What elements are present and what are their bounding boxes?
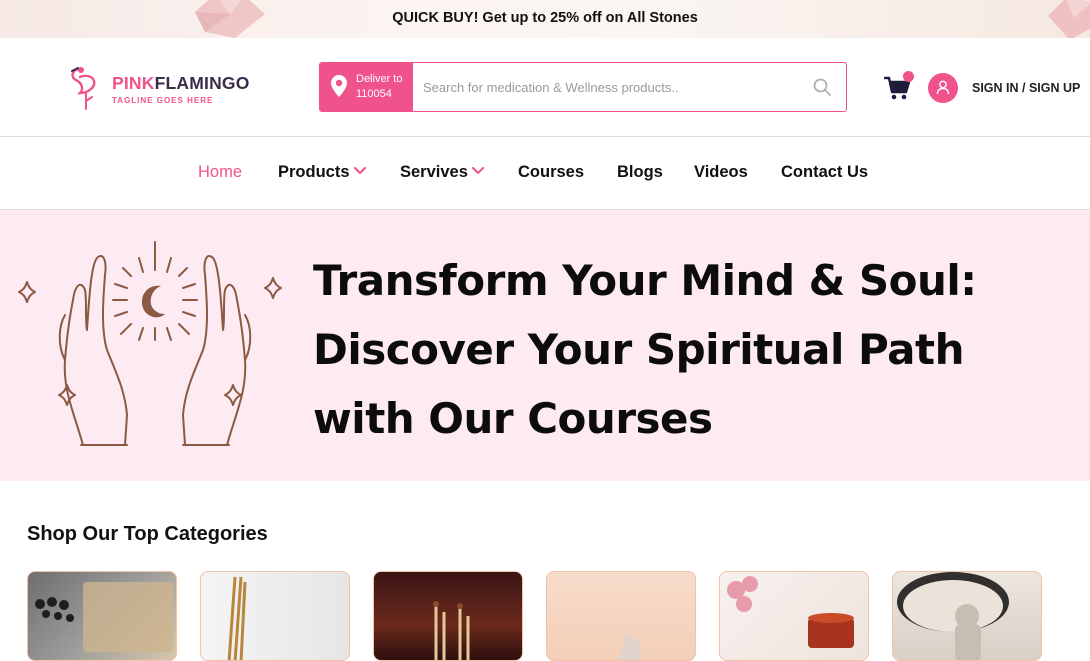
- category-card[interactable]: [373, 571, 523, 661]
- hero-banner: Transform Your Mind & Soul: Discover You…: [0, 210, 1090, 481]
- deliver-location-button[interactable]: Deliver to 110054: [320, 63, 413, 111]
- cart-badge: [903, 71, 914, 82]
- nav-item-label: Products: [278, 163, 350, 181]
- spiritual-hands-illustration: [18, 241, 282, 446]
- category-card[interactable]: [719, 571, 869, 661]
- buddha-statue-image: [897, 572, 1009, 660]
- hero-title-line: with Our Courses: [313, 394, 713, 443]
- category-card[interactable]: [546, 571, 696, 661]
- search-icon[interactable]: [813, 78, 831, 96]
- chevron-down-icon: [471, 167, 484, 175]
- site-header: PINKFLAMINGO TAGLINE GOES HERE Deliver t…: [0, 38, 1090, 137]
- cart-button[interactable]: [883, 71, 914, 104]
- nav-item-products[interactable]: Products: [278, 163, 366, 182]
- brand-tagline: TAGLINE GOES HERE: [112, 96, 214, 105]
- category-card[interactable]: [200, 571, 350, 661]
- deliver-pincode: 110054: [356, 88, 392, 100]
- temple-incense-image: [433, 601, 470, 660]
- flamingo-logo-icon: [71, 67, 96, 110]
- rudraksha-image: [35, 582, 173, 652]
- location-pin-icon: [331, 75, 347, 97]
- category-card[interactable]: [27, 571, 177, 661]
- hero-title-line: Transform Your Mind & Soul:: [313, 256, 977, 305]
- nav-item-services[interactable]: Servives: [400, 163, 484, 182]
- search-bar: Deliver to 110054: [319, 62, 847, 112]
- chevron-down-icon: [353, 167, 366, 175]
- nav-item-contact[interactable]: Contact Us: [781, 163, 868, 182]
- roses-tea-image: [727, 576, 854, 648]
- promo-text: QUICK BUY! Get up to 25% off on All Ston…: [392, 10, 698, 26]
- hero-title-line: Discover Your Spiritual Path: [313, 325, 965, 374]
- nav-item-label: Servives: [400, 163, 468, 181]
- user-account-button[interactable]: [928, 73, 958, 103]
- incense-sticks-image: [227, 576, 247, 660]
- deliver-label: Deliver to: [356, 73, 403, 85]
- search-input[interactable]: [423, 76, 803, 98]
- nav-item-courses[interactable]: Courses: [518, 163, 584, 182]
- main-nav: Home Products Servives Courses Blogs Vid…: [0, 137, 1090, 210]
- user-icon: [936, 80, 950, 95]
- signin-signup-link[interactable]: SIGN IN / SIGN UP: [972, 81, 1080, 95]
- nav-item-blogs[interactable]: Blogs: [617, 163, 663, 182]
- categories-heading: Shop Our Top Categories: [27, 523, 268, 545]
- brand-name: PINKFLAMINGO: [112, 73, 250, 93]
- promo-bar: QUICK BUY! Get up to 25% off on All Ston…: [0, 0, 1090, 38]
- nav-item-home[interactable]: Home: [198, 163, 242, 182]
- logo[interactable]: PINKFLAMINGO TAGLINE GOES HERE: [66, 63, 256, 113]
- crystal-stones-image: [617, 634, 643, 660]
- category-card[interactable]: [892, 571, 1042, 661]
- category-list: [27, 571, 1067, 661]
- nav-item-videos[interactable]: Videos: [694, 163, 748, 182]
- hero-title: Transform Your Mind & Soul: Discover You…: [313, 246, 1073, 453]
